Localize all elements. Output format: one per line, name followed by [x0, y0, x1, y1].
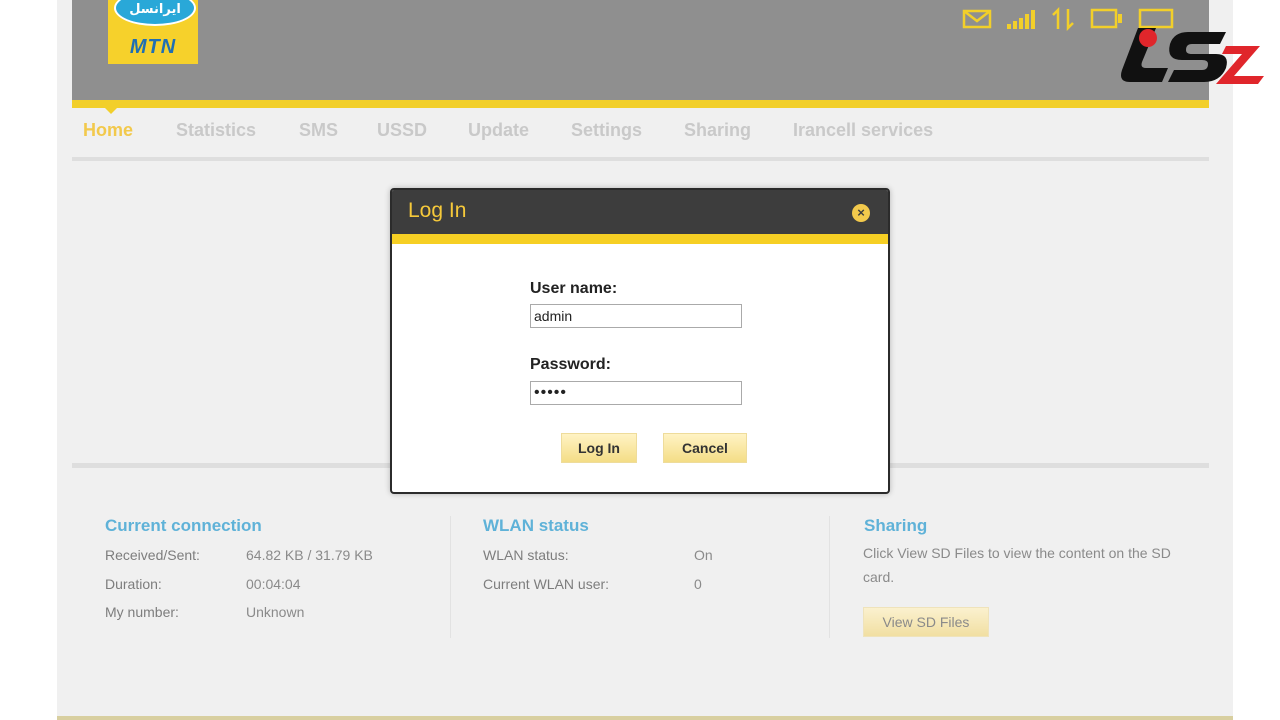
dialog-title: Log In [408, 199, 467, 222]
main-nav: Home Statistics SMS USSD Update Settings… [72, 120, 1209, 150]
header-accent-stripe [72, 100, 1209, 108]
close-icon[interactable]: × [852, 204, 870, 222]
password-input[interactable] [530, 381, 742, 405]
view-sd-files-button[interactable]: View SD Files [863, 607, 989, 637]
sharing-description-line1: Click View SD Files to view the content … [863, 545, 1171, 561]
duration-label: Duration: [105, 576, 162, 592]
sharing-title: Sharing [864, 516, 928, 535]
panel-divider [450, 516, 451, 638]
nav-sms[interactable]: SMS [299, 120, 338, 141]
page-bottom-border [57, 716, 1233, 720]
duration-value: 00:04:04 [246, 576, 301, 592]
login-dialog: Log In × User name: Password: Log In Can… [390, 188, 890, 494]
cancel-button[interactable]: Cancel [663, 433, 747, 463]
login-button[interactable]: Log In [561, 433, 637, 463]
nav-sharing[interactable]: Sharing [684, 120, 751, 141]
username-label: User name: [530, 280, 618, 297]
current-connection-title: Current connection [105, 516, 262, 535]
wlan-status-title: WLAN status [483, 516, 589, 535]
password-label: Password: [530, 356, 611, 373]
sharing-description-line2: card. [863, 569, 895, 585]
username-input[interactable] [530, 304, 742, 328]
active-nav-pointer [105, 108, 117, 114]
panel-divider [829, 516, 830, 638]
nav-statistics[interactable]: Statistics [176, 120, 256, 141]
logo-farsi-text: ایرانسل [114, 0, 196, 26]
data-transfer-icon [1050, 7, 1076, 31]
logo-mtn-text: MTN [129, 36, 177, 58]
my-number-label: My number: [105, 604, 179, 620]
dialog-accent-stripe [392, 234, 888, 244]
nav-home[interactable]: Home [83, 120, 133, 141]
wlan-status-value: On [694, 547, 713, 563]
irancell-mtn-logo: ایرانسل MTN [108, 0, 198, 64]
wlan-status-label: WLAN status: [483, 547, 569, 563]
nav-irancell-services[interactable]: Irancell services [793, 120, 933, 141]
dialog-header: Log In × [392, 190, 888, 234]
wlan-users-value: 0 [694, 576, 702, 592]
nav-divider [72, 157, 1209, 161]
nav-update[interactable]: Update [468, 120, 529, 141]
site-logo-icon [1121, 28, 1264, 84]
signal-bars-icon [1006, 8, 1036, 30]
nav-ussd[interactable]: USSD [377, 120, 427, 141]
received-sent-label: Received/Sent: [105, 547, 200, 563]
wlan-users-label: Current WLAN user: [483, 576, 610, 592]
my-number-value: Unknown [246, 604, 305, 620]
envelope-icon[interactable] [962, 8, 992, 30]
nav-settings[interactable]: Settings [571, 120, 642, 141]
received-sent-value: 64.82 KB / 31.79 KB [246, 547, 373, 563]
